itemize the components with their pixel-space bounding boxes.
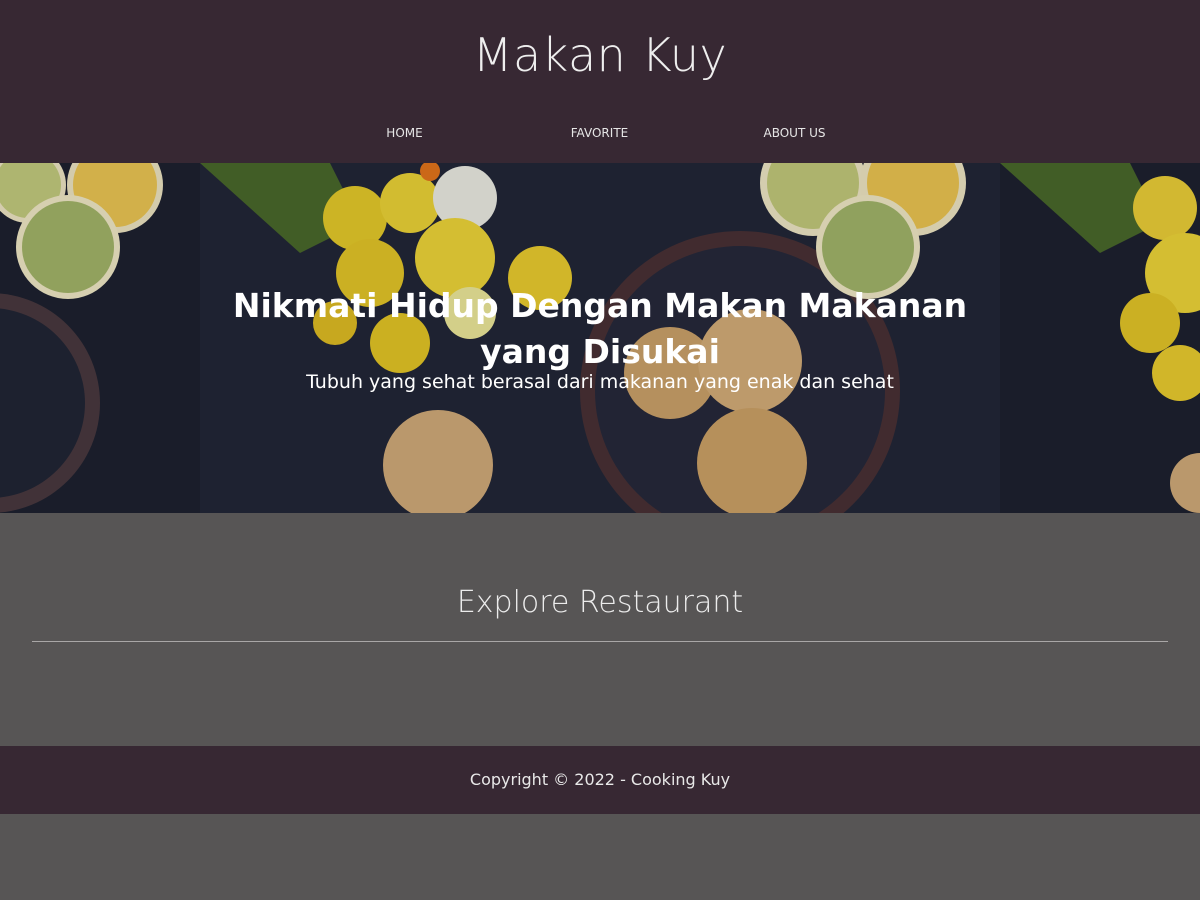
explore-restaurant-title: Explore Restaurant: [456, 585, 744, 620]
nav-link-home[interactable]: HOME: [307, 126, 502, 140]
section-divider: [32, 641, 1168, 642]
main-content: Explore Restaurant: [0, 513, 1200, 746]
site-footer: Copyright © 2022 - Cooking Kuy: [0, 746, 1200, 814]
footer-copyright: Copyright © 2022 - Cooking Kuy: [469, 770, 731, 789]
site-header: Makan Kuy HOME FAVORITE ABOUT US: [0, 0, 1200, 163]
main-navigation: HOME FAVORITE ABOUT US: [0, 126, 1200, 144]
hero-banner: Nikmati Hidup Dengan Makan Makanan yang …: [0, 163, 1200, 513]
site-brand-title: Makan Kuy: [472, 28, 728, 82]
hero-title: Nikmati Hidup Dengan Makan Makanan yang …: [232, 286, 968, 371]
nav-link-about-us[interactable]: ABOUT US: [697, 126, 892, 140]
hero-subtitle: Tubuh yang sehat berasal dari makanan ya…: [306, 371, 894, 393]
nav-link-favorite[interactable]: FAVORITE: [502, 126, 697, 140]
